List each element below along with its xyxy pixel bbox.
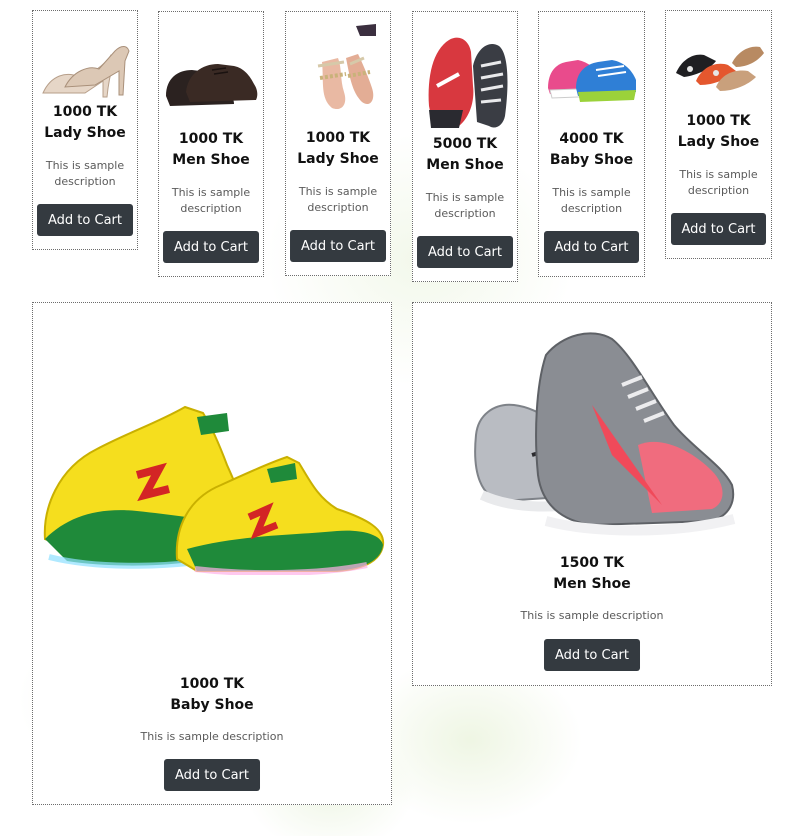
sandal-icon [286, 22, 390, 114]
product-price: 1000 TK [52, 104, 118, 120]
product-card: 5000 TK Men Shoe This is sample descript… [412, 11, 518, 282]
product-price: 4000 TK [559, 131, 624, 147]
product-name: Men Shoe [553, 576, 631, 592]
led-kids-sneaker-icon [33, 399, 391, 575]
add-to-cart-button[interactable]: Add to Cart [544, 639, 640, 671]
add-to-cart-button[interactable]: Add to Cart [543, 231, 640, 263]
product-description: This is sample description [45, 159, 125, 188]
product-name: Baby Shoe [549, 152, 634, 168]
product-name: Lady Shoe [44, 125, 126, 141]
add-to-cart-button[interactable]: Add to Cart [670, 213, 767, 245]
grey-running-shoe-icon [413, 325, 771, 545]
brown-oxford-icon [159, 56, 263, 110]
product-card: 1000 TK Lady Shoe This is sample descrip… [32, 10, 138, 250]
product-card: 1000 TK Baby Shoe This is sample descrip… [32, 302, 392, 805]
add-to-cart-button[interactable]: Add to Cart [417, 236, 513, 268]
beige-heels-icon [33, 35, 137, 101]
product-name: Lady Shoe [677, 134, 760, 150]
product-price: 1000 TK [305, 130, 371, 146]
product-card: 1500 TK Men Shoe This is sample descript… [412, 302, 772, 686]
product-description: This is sample description [298, 185, 378, 214]
product-name: Lady Shoe [297, 151, 379, 167]
add-to-cart-button[interactable]: Add to Cart [37, 204, 133, 236]
product-price: 1000 TK [179, 676, 245, 692]
product-card: 1000 TK Lady Shoe This is sample descrip… [665, 10, 772, 259]
product-description: This is sample description [552, 186, 631, 215]
product-description: This is sample description [425, 191, 505, 220]
product-price: 1500 TK [559, 555, 625, 571]
product-card: 1000 TK Lady Shoe This is sample descrip… [285, 11, 391, 276]
product-description: This is sample description [679, 168, 758, 197]
product-card: 1000 TK Men Shoe This is sample descript… [158, 11, 264, 277]
red-sneaker-icon [413, 26, 517, 132]
product-description: This is sample description [171, 186, 251, 215]
product-description: This is sample description [520, 609, 664, 622]
product-name: Men Shoe [172, 152, 250, 168]
product-description: This is sample description [140, 730, 284, 743]
add-to-cart-button[interactable]: Add to Cart [164, 759, 260, 791]
add-to-cart-button[interactable]: Add to Cart [290, 230, 386, 262]
product-price: 1000 TK [686, 113, 751, 129]
flats-icon [666, 33, 771, 103]
product-price: 1000 TK [178, 131, 244, 147]
product-name: Baby Shoe [170, 697, 254, 713]
product-price: 5000 TK [432, 136, 498, 152]
product-name: Men Shoe [426, 157, 504, 173]
product-card: 4000 TK Baby Shoe This is sample descrip… [538, 11, 645, 277]
kids-sneaker-icon [539, 42, 644, 106]
add-to-cart-button[interactable]: Add to Cart [163, 231, 259, 263]
